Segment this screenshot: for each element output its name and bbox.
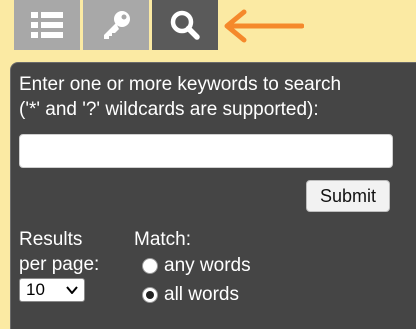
search-icon	[170, 10, 200, 40]
key-icon	[104, 11, 130, 39]
radio-any-words-label: any words	[164, 255, 251, 276]
radio-all-words-label: all words	[164, 284, 239, 305]
search-help-text: Enter one or more keywords to search ('*…	[19, 72, 399, 122]
results-per-page-label-line-1: Results	[19, 229, 83, 250]
arrow-left-icon	[224, 9, 304, 43]
match-label: Match:	[134, 229, 192, 250]
radio-all-words[interactable]	[142, 287, 158, 303]
search-input[interactable]	[19, 134, 393, 168]
tab-index[interactable]	[83, 0, 149, 50]
tab-bar	[0, 0, 416, 50]
submit-button[interactable]: Submit	[306, 180, 390, 212]
search-help-line-2: ('*' and '?' wildcards are supported):	[19, 99, 319, 120]
tab-search[interactable]	[152, 0, 218, 50]
results-per-page-value: 10	[26, 280, 45, 299]
match-option-any[interactable]: any words	[142, 255, 251, 277]
results-per-page-label: Results per page:	[19, 227, 129, 277]
match-option-all[interactable]: all words	[142, 284, 239, 306]
list-icon	[31, 12, 63, 38]
radio-any-words[interactable]	[142, 258, 158, 274]
results-per-page-label-line-2: per page:	[19, 254, 100, 275]
tab-contents[interactable]	[14, 0, 80, 50]
search-help-line-1: Enter one or more keywords to search	[19, 74, 342, 95]
results-per-page-select[interactable]: 10	[19, 278, 85, 302]
chevron-down-icon	[66, 286, 78, 294]
